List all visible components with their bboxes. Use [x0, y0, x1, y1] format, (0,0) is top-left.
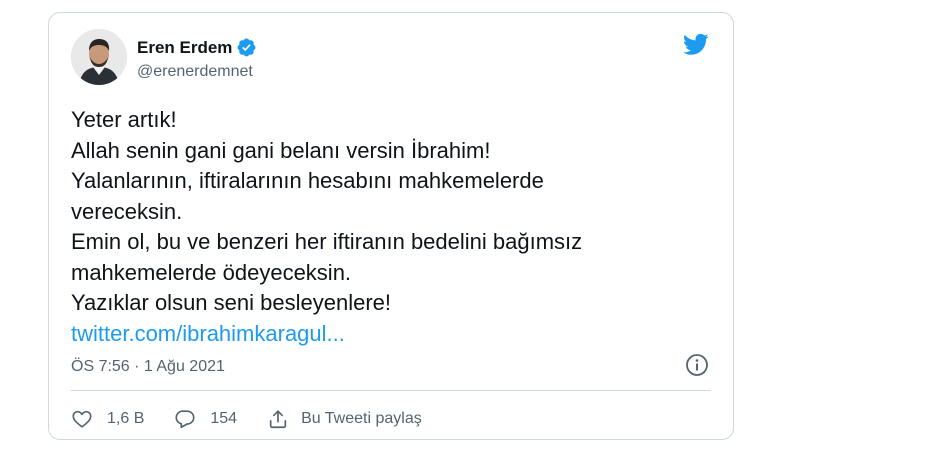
reply-button[interactable]: 154	[174, 408, 237, 430]
tweet-text-line: Yeter artık!	[71, 107, 177, 132]
tweet-link[interactable]: twitter.com/ibrahimkaragul...	[71, 319, 711, 350]
tweet-text-line: vereceksin.	[71, 198, 183, 224]
tweet-card[interactable]: Eren Erdem @erenerdemnet Yeter artık! Al…	[48, 12, 734, 440]
reply-count: 154	[210, 410, 238, 427]
comment-icon	[175, 410, 195, 429]
tweet-text-line: Allah senin gani gani belanı versin İbra…	[71, 137, 491, 163]
share-label: Bu Tweeti paylaş	[301, 410, 422, 427]
avatar[interactable]	[71, 29, 127, 85]
tweet-text-line: Yazıklar olsun seni besleyenlere!	[71, 290, 391, 315]
share-icon	[269, 410, 287, 429]
like-button[interactable]: 1,6 B	[71, 408, 144, 430]
twitter-bird-icon[interactable]	[681, 31, 711, 57]
author-handle[interactable]: @erenerdemnet	[137, 63, 253, 81]
like-count: 1,6 B	[107, 410, 145, 427]
tweet-timestamp[interactable]: ÖS 7:56 · 1 Ağu 2021	[71, 358, 225, 376]
info-icon[interactable]	[685, 353, 709, 377]
share-button[interactable]: Bu Tweeti paylaş	[267, 408, 422, 430]
author-display-name[interactable]: Eren Erdem	[137, 38, 232, 58]
tweet-text-line: Yalanlarının, iftiralarının hesabını mah…	[71, 168, 544, 193]
heart-icon	[72, 410, 92, 428]
divider	[71, 390, 711, 391]
tweet-text: Yeter artık! Allah senin gani gani belan…	[71, 105, 711, 349]
tweet-text-line: Emin ol, bu ve benzeri her iftiranın bed…	[71, 229, 583, 254]
tweet-text-line: mahkemelerde ödeyeceksin.	[71, 259, 352, 285]
avatar-image	[71, 29, 127, 85]
verified-badge-icon	[236, 37, 257, 58]
tweet-actions: 1,6 B 154 Bu Tweeti paylaş	[71, 403, 452, 435]
